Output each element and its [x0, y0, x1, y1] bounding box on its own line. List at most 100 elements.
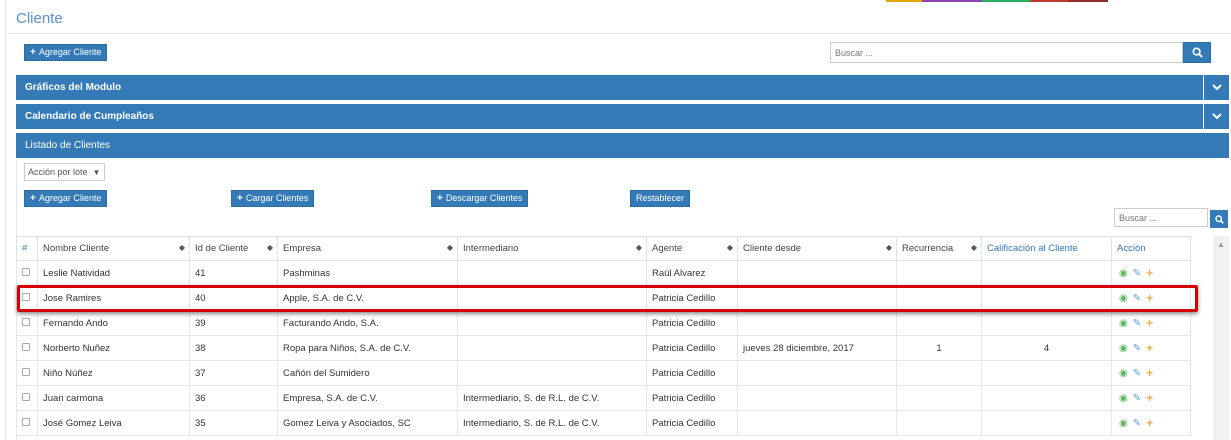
cell-empresa: Gomez Leiva y Asociados, SC [277, 410, 458, 436]
table-row[interactable]: José Gomez Leiva 35 Gomez Leiva y Asociado… [16, 410, 1191, 436]
cell-id: 36 [189, 385, 278, 411]
edit-icon[interactable]: ✎ [1133, 268, 1141, 279]
table-row[interactable]: Norberto Nuñez 38 Ropa para Niños, S.A. de… [16, 335, 1191, 361]
eye-icon[interactable]: ◉ [1119, 318, 1128, 329]
panel-calendario-toggle[interactable] [1203, 104, 1229, 129]
row-checkbox[interactable] [22, 342, 30, 351]
plus-icon[interactable]: + [1146, 366, 1153, 380]
cell-actions: ◉ ✎ + [1111, 385, 1191, 411]
panel-graficos-title: Gráficos del Modulo [25, 82, 122, 93]
cell-actions: ◉ ✎ + [1111, 360, 1191, 386]
col-nombre[interactable]: Nombre Cliente ◆ [37, 236, 190, 261]
row-checkbox[interactable] [22, 292, 30, 301]
plus-icon[interactable]: + [1146, 341, 1153, 355]
plus-icon: + [237, 193, 243, 204]
row-checkbox-cell [16, 410, 38, 436]
cell-intermediario [457, 310, 647, 336]
edit-icon[interactable]: ✎ [1133, 368, 1141, 379]
table-scrollbar[interactable]: ▲ [1213, 236, 1229, 440]
plus-icon[interactable]: + [1146, 416, 1153, 430]
load-clients-button[interactable]: + Cargar Clientes [231, 190, 315, 207]
panel-graficos-toggle[interactable] [1203, 75, 1229, 100]
panel-graficos[interactable]: Gráficos del Modulo [16, 75, 1229, 100]
col-desde[interactable]: Cliente desde ◆ [737, 236, 897, 261]
cell-recurrencia [896, 385, 982, 411]
bulk-action-select[interactable]: Acción por lote ▼ [24, 163, 105, 181]
reset-button[interactable]: Restablecer [630, 190, 691, 207]
cell-nombre: Fernando Ando [37, 310, 190, 336]
col-calificacion[interactable]: Calificación al Cliente [981, 236, 1112, 261]
row-checkbox[interactable] [22, 417, 30, 426]
panel-calendario[interactable]: Calendario de Cumpleaños [16, 104, 1229, 129]
scroll-up-icon[interactable]: ▲ [1217, 240, 1225, 249]
panel-listado: Listado de Clientes [16, 133, 1229, 158]
cell-nombre: Jose Ramires [37, 285, 190, 311]
cell-actions: ◉ ✎ + [1111, 285, 1191, 311]
cell-nombre: Norberto Nuñez [37, 335, 190, 361]
row-actions: ◉ ✎ + [1117, 416, 1185, 430]
col-empresa[interactable]: Empresa ◆ [277, 236, 458, 261]
table-row[interactable]: Leslie Natividad 41 Pashminas Raúl Alvarez ◉… [16, 260, 1191, 286]
table-row[interactable]: Niño Núñez 37 Cañón del Sumidero Patricia C… [16, 360, 1191, 386]
eye-icon[interactable]: ◉ [1119, 368, 1128, 379]
col-id-label: Id de Cliente [195, 243, 249, 254]
cell-calificacion [981, 260, 1112, 286]
cell-id: 39 [189, 310, 278, 336]
search-input[interactable] [830, 42, 1183, 63]
col-recurrencia-label: Recurrencia [902, 243, 954, 254]
cell-id: 37 [189, 360, 278, 386]
cell-actions: ◉ ✎ + [1111, 335, 1191, 361]
cell-intermediario [457, 285, 647, 311]
table-row[interactable]: Fernando Ando 39 Facturando Ando, S.A. Patr… [16, 310, 1191, 336]
col-recurrencia[interactable]: Recurrencia ◆ [896, 236, 982, 261]
row-checkbox[interactable] [22, 317, 30, 326]
cell-calificacion [981, 360, 1112, 386]
cell-agente: Patricia Cedillo [646, 360, 738, 386]
col-agente-label: Agente [652, 243, 683, 254]
table-row[interactable]: Juan carmona 36 Empresa, S.A. de C.V. Inter… [16, 385, 1191, 411]
plus-icon[interactable]: + [1146, 291, 1153, 305]
col-agente[interactable]: Agente ◆ [646, 236, 738, 261]
row-checkbox[interactable] [22, 367, 30, 376]
page-title: Cliente [16, 10, 63, 27]
download-clients-button[interactable]: + Descargar Clientes [431, 190, 529, 207]
cell-empresa: Facturando Ando, S.A. [277, 310, 458, 336]
cell-calificacion: 4 [981, 335, 1112, 361]
row-actions: ◉ ✎ + [1117, 291, 1185, 305]
eye-icon[interactable]: ◉ [1119, 343, 1128, 354]
edit-icon[interactable]: ✎ [1133, 418, 1141, 429]
bulk-action-label: Acción por lote [28, 167, 88, 177]
plus-icon[interactable]: + [1146, 391, 1153, 405]
add-client-button-top[interactable]: + Agregar Cliente [24, 44, 108, 61]
table-search-button[interactable] [1210, 210, 1228, 228]
add-client-button[interactable]: + Agregar Cliente [24, 190, 108, 207]
eye-icon[interactable]: ◉ [1119, 268, 1128, 279]
plus-icon[interactable]: + [1146, 316, 1153, 330]
eye-icon[interactable]: ◉ [1119, 393, 1128, 404]
cell-desde [737, 260, 897, 286]
eye-icon[interactable]: ◉ [1119, 418, 1128, 429]
table-header-row: # Nombre Cliente ◆ Id de Cliente ◆ Empresa… [16, 236, 1191, 261]
eye-icon[interactable]: ◉ [1119, 293, 1128, 304]
cell-id: 40 [189, 285, 278, 311]
cell-nombre: Leslie Natividad [37, 260, 190, 286]
cell-recurrencia [896, 410, 982, 436]
cell-agente: Raúl Alvarez [646, 260, 738, 286]
row-checkbox[interactable] [22, 392, 30, 401]
edit-icon[interactable]: ✎ [1133, 343, 1141, 354]
panel-listado-title: Listado de Clientes [25, 140, 111, 151]
cell-intermediario [457, 360, 647, 386]
edit-icon[interactable]: ✎ [1133, 318, 1141, 329]
cell-agente: Patricia Cedillo [646, 410, 738, 436]
plus-icon[interactable]: + [1146, 266, 1153, 280]
col-id[interactable]: Id de Cliente ◆ [189, 236, 278, 261]
search-button[interactable] [1183, 42, 1211, 63]
edit-icon[interactable]: ✎ [1133, 293, 1141, 304]
table-search-input[interactable] [1114, 208, 1208, 227]
edit-icon[interactable]: ✎ [1133, 393, 1141, 404]
row-checkbox[interactable] [22, 267, 30, 276]
top-color-strip [0, 0, 1231, 2]
table-row[interactable]: Jose Ramires 40 Apple, S.A. de C.V. Patrici… [16, 285, 1191, 311]
cell-actions: ◉ ✎ + [1111, 410, 1191, 436]
col-intermediario[interactable]: Intermediario ◆ [457, 236, 647, 261]
